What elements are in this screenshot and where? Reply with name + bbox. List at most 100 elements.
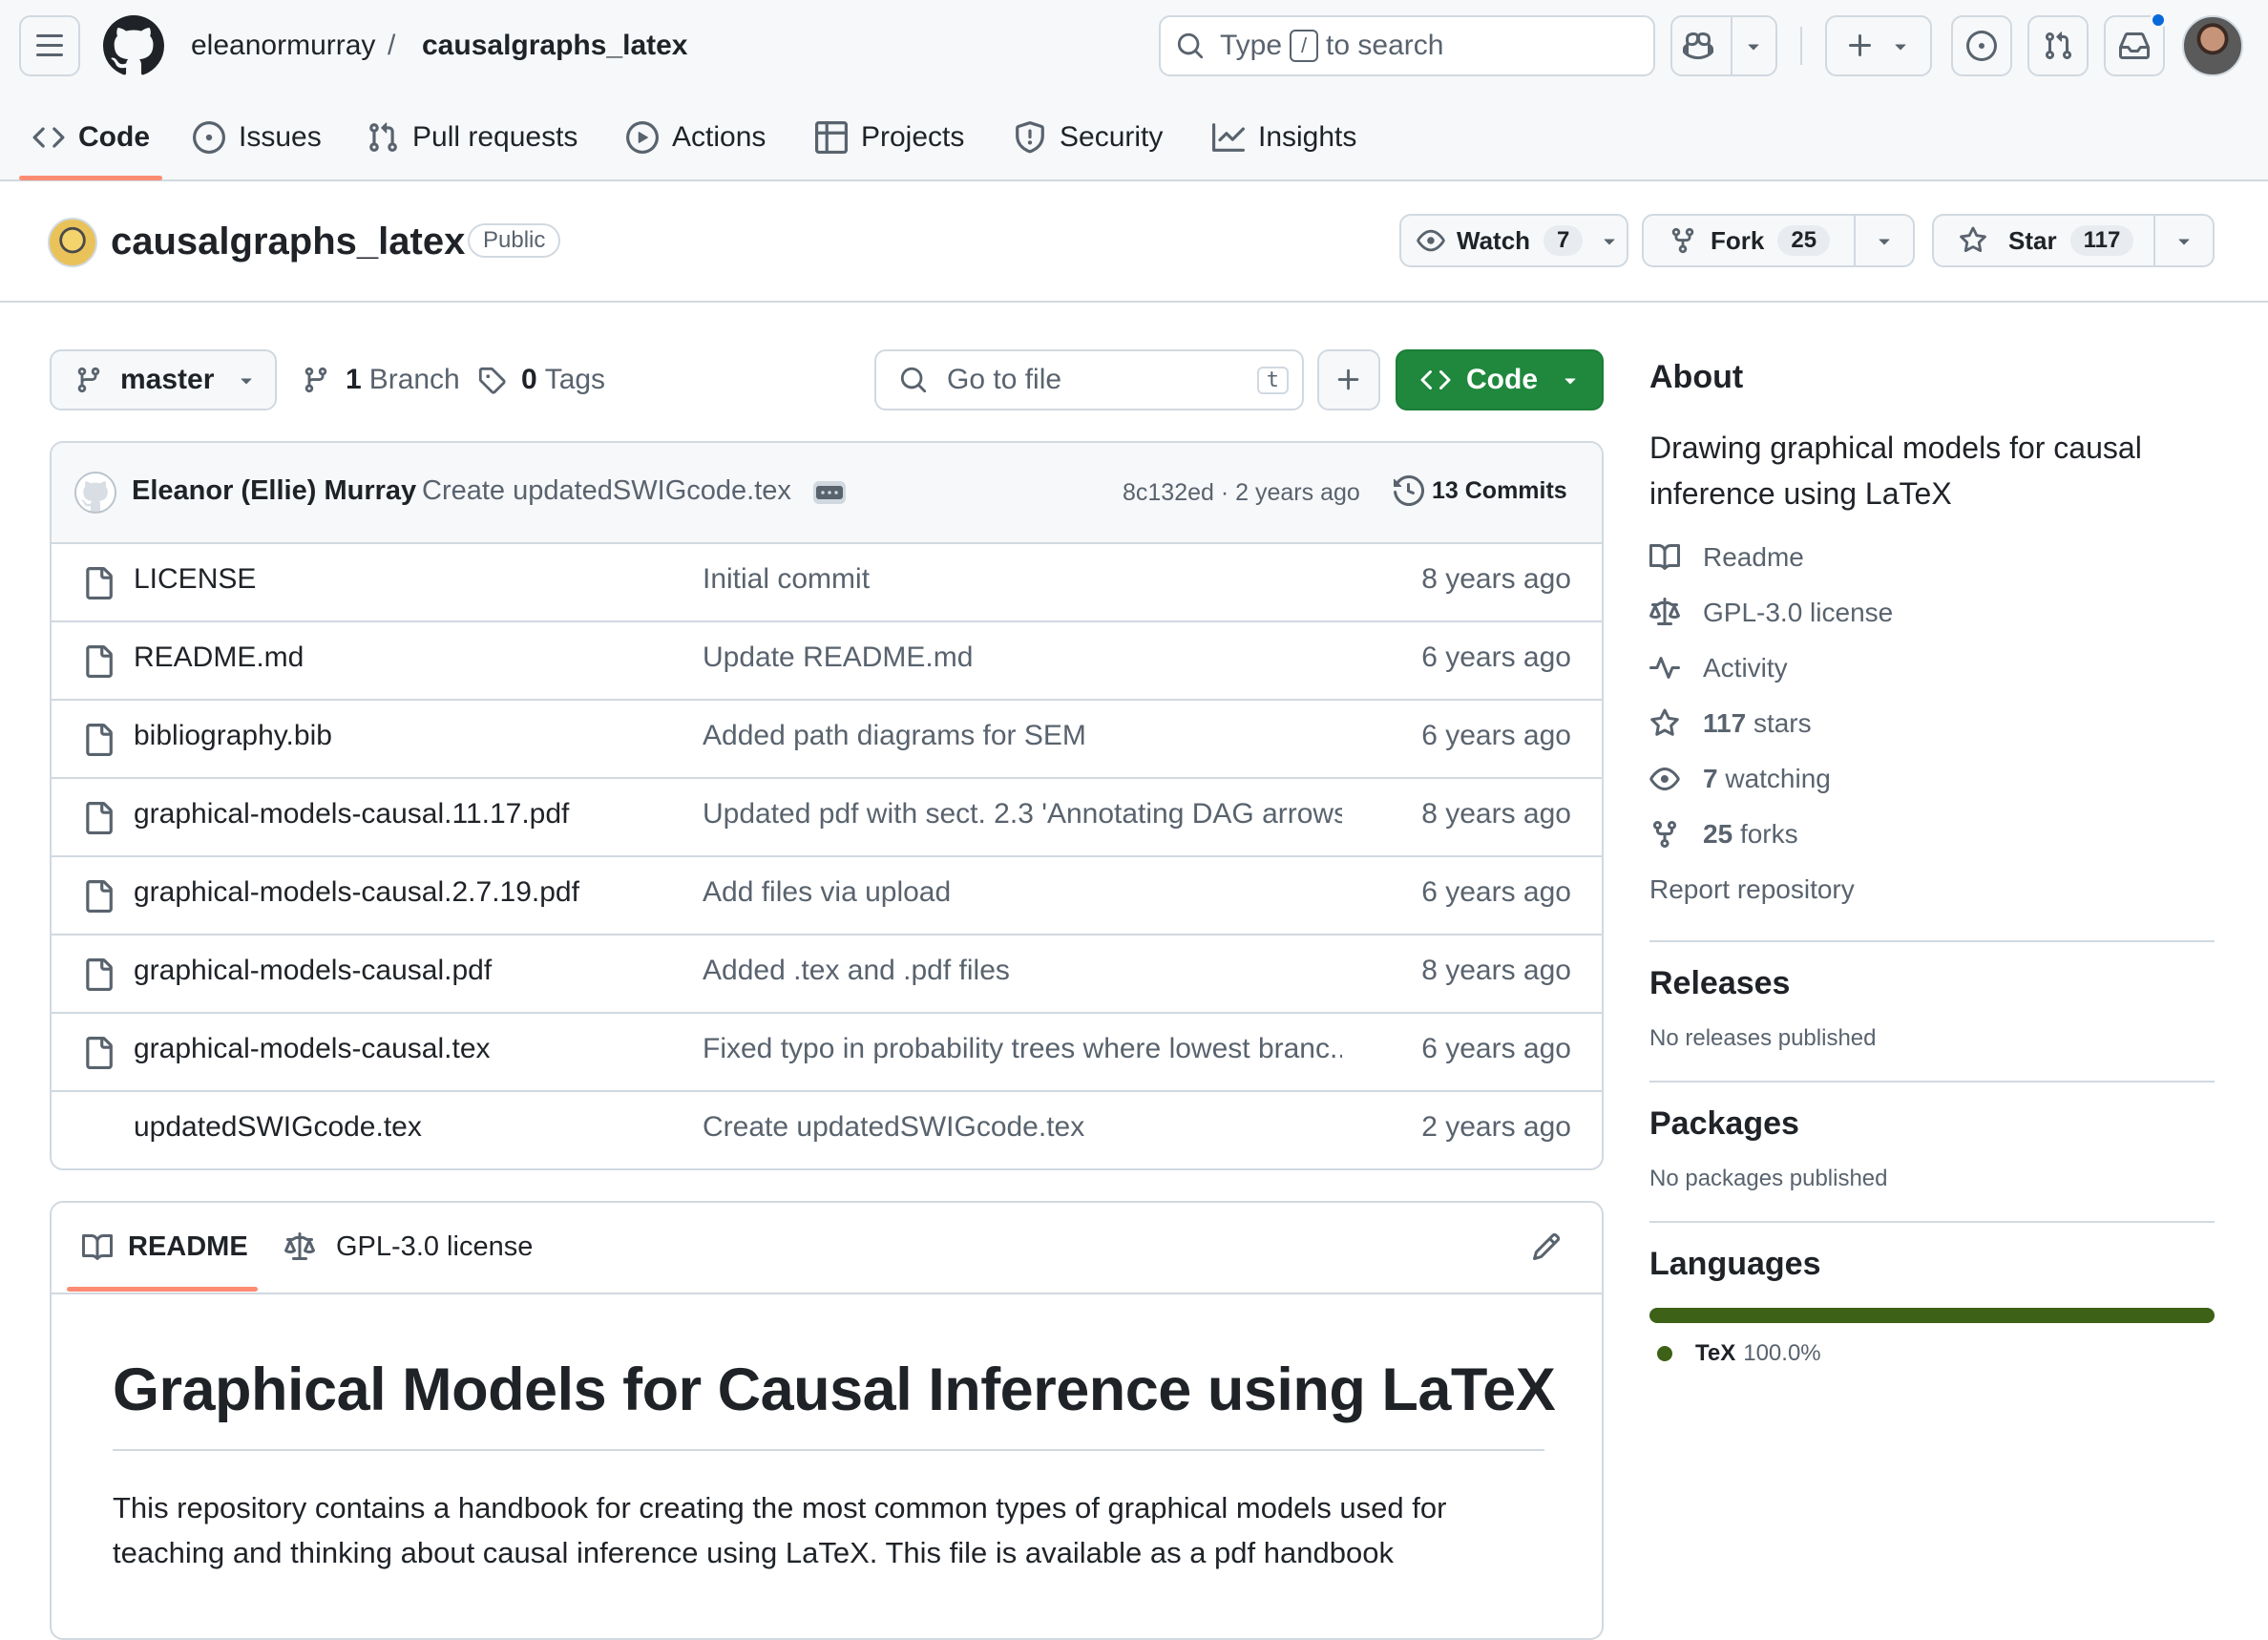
watch-button[interactable]: Watch 7 (1399, 214, 1628, 267)
edit-readme-button[interactable] (1531, 1231, 1569, 1270)
tab-projects[interactable]: Projects (815, 113, 964, 162)
watching-link[interactable]: 7 watching (1649, 751, 2215, 807)
file-icon (82, 1115, 115, 1147)
file-commit-message[interactable]: Added .tex and .pdf files (703, 955, 1010, 987)
languages-heading: Languages (1649, 1246, 1821, 1282)
github-logo-icon[interactable] (103, 15, 164, 76)
code-icon (1420, 369, 1451, 390)
commit-hash-age[interactable]: 8c132ed · 2 years ago (1123, 479, 1360, 507)
search-input[interactable]: Type / to search (1159, 15, 1655, 76)
sidebar-divider (1649, 940, 2215, 942)
file-name[interactable]: updatedSWIGcode.tex (134, 1111, 422, 1144)
commit-author[interactable]: Eleanor (Ellie) Murray (132, 475, 416, 507)
readme-active-indicator (67, 1287, 258, 1292)
repo-name[interactable]: causalgraphs_latex (111, 218, 465, 265)
stars-link[interactable]: 117 stars (1649, 696, 2215, 751)
pull-request-icon (369, 122, 397, 152)
fork-button[interactable]: Fork 25 (1642, 214, 1915, 267)
tab-security[interactable]: Security (1014, 113, 1163, 162)
stars-count: 117 (1703, 708, 1747, 738)
language-color-dot (1657, 1346, 1672, 1361)
file-age: 6 years ago (1421, 1033, 1571, 1064)
chevron-down-icon (1895, 44, 1906, 51)
forks-link[interactable]: 25 forks (1649, 807, 2215, 862)
file-commit-message[interactable]: Fixed typo in probability trees where lo… (703, 1033, 1342, 1065)
tag-word: Tags (544, 364, 606, 395)
packages-heading[interactable]: Packages (1649, 1105, 2215, 1143)
commit-author-avatar[interactable] (74, 472, 116, 514)
sidebar-divider (1649, 1081, 2215, 1083)
breadcrumb-repo[interactable]: causalgraphs_latex (422, 27, 687, 65)
file-commit-message[interactable]: Update README.md (703, 641, 973, 674)
star-dropdown[interactable] (2153, 214, 2213, 267)
file-name[interactable]: graphical-models-causal.pdf (134, 955, 492, 987)
file-commit-message[interactable]: Add files via upload (703, 876, 951, 909)
pull-requests-button[interactable] (2027, 15, 2089, 76)
tab-insights[interactable]: Insights (1212, 113, 1356, 162)
code-icon (32, 127, 65, 148)
branch-select[interactable]: master (50, 349, 277, 410)
branches-link[interactable]: 1 Branch (302, 363, 460, 397)
chevron-down-icon (1748, 44, 1759, 51)
commits-count: 13 Commits (1432, 476, 1567, 504)
file-commit-message[interactable]: Updated pdf with sect. 2.3 'Annotating D… (703, 798, 1342, 831)
language-item-tex[interactable]: TeX 100.0% (1649, 1340, 2215, 1367)
create-new-button[interactable] (1825, 15, 1932, 76)
star-label: Star (2008, 225, 2057, 255)
issues-button[interactable] (1951, 15, 2012, 76)
file-name[interactable]: README.md (134, 641, 304, 674)
active-tab-indicator (19, 176, 162, 180)
file-name[interactable]: graphical-models-causal.2.7.19.pdf (134, 876, 579, 909)
breadcrumb-owner[interactable]: eleanormurray (191, 27, 375, 65)
go-to-file-placeholder: Go to file (947, 364, 1062, 395)
latest-commit-bar: Eleanor (Ellie) Murray Create updatedSWI… (52, 443, 1602, 544)
fork-dropdown[interactable] (1854, 214, 1913, 267)
watching-label: watching (1725, 764, 1831, 793)
tab-actions[interactable]: Actions (626, 113, 766, 162)
chevron-down-icon (1879, 239, 1890, 245)
report-repository-link[interactable]: Report repository (1649, 862, 2215, 917)
copilot-button[interactable] (1670, 15, 1777, 76)
search-icon (1177, 32, 1204, 59)
add-file-button[interactable] (1317, 349, 1380, 410)
commits-link[interactable]: 13 Commits (1394, 475, 1567, 506)
search-prefix: Type (1220, 30, 1283, 61)
global-header: eleanormurray / causalgraphs_latex Type … (0, 0, 2268, 181)
file-age: 6 years ago (1421, 641, 1571, 673)
tab-code[interactable]: Code (32, 113, 150, 162)
file-name[interactable]: graphical-models-causal.tex (134, 1033, 491, 1065)
user-avatar[interactable] (2182, 15, 2243, 76)
file-name[interactable]: bibliography.bib (134, 720, 332, 752)
tab-issues[interactable]: Issues (193, 113, 322, 162)
hamburger-menu-button[interactable] (19, 15, 80, 76)
tags-link[interactable]: 0 Tags (477, 363, 605, 397)
code-dropdown-button[interactable]: Code (1396, 349, 1604, 410)
go-to-file-input[interactable]: Go to file t (874, 349, 1304, 410)
file-commit-message[interactable]: Initial commit (703, 563, 870, 596)
file-name[interactable]: LICENSE (134, 563, 256, 596)
tab-license-label: GPL-3.0 license (336, 1231, 534, 1262)
license-link[interactable]: GPL-3.0 license (1649, 585, 2215, 641)
law-icon (284, 1231, 315, 1260)
repo-owner-avatar[interactable] (48, 218, 97, 267)
search-icon (900, 367, 927, 393)
tab-readme[interactable]: README (82, 1231, 248, 1263)
tab-license[interactable]: GPL-3.0 license (284, 1231, 533, 1263)
fork-icon (1653, 821, 1676, 849)
ellipsis-icon (816, 486, 843, 499)
commit-message[interactable]: Create updatedSWIGcode.tex (422, 475, 791, 507)
releases-heading[interactable]: Releases (1649, 965, 2215, 1002)
tab-pull-requests[interactable]: Pull requests (367, 113, 578, 162)
file-icon (86, 1037, 113, 1069)
commit-expand-button[interactable] (813, 481, 846, 504)
book-icon (82, 1233, 113, 1260)
file-commit-message[interactable]: Added path diagrams for SEM (703, 720, 1086, 752)
file-commit-message[interactable]: Create updatedSWIGcode.tex (703, 1111, 1084, 1144)
activity-link[interactable]: Activity (1649, 641, 2215, 696)
file-name[interactable]: graphical-models-causal.11.17.pdf (134, 798, 569, 831)
star-icon (1650, 708, 1679, 736)
pull-request-icon (2045, 32, 2072, 60)
readme-link[interactable]: Readme (1649, 530, 2215, 585)
plus-icon (1337, 368, 1359, 390)
star-button[interactable]: Star 117 (1932, 214, 2215, 267)
